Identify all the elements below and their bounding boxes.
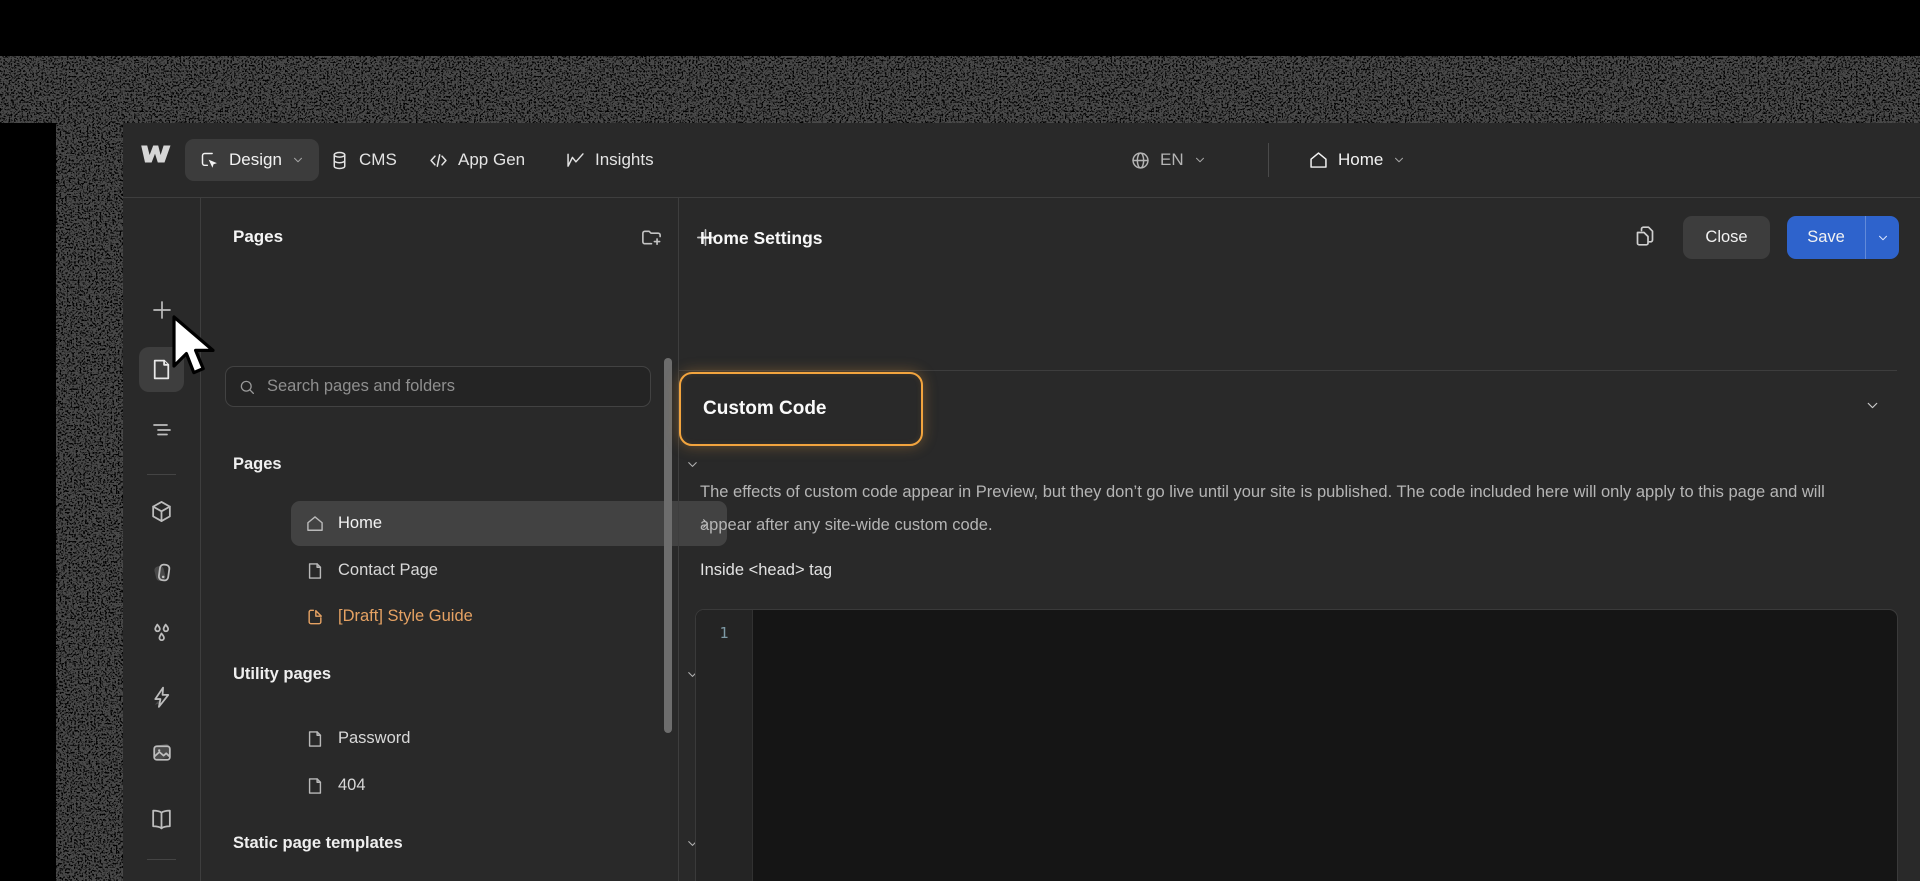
- webflow-logo-icon[interactable]: [140, 144, 172, 169]
- apps-button[interactable]: [139, 873, 184, 881]
- pages-panel: Pages Pages Home: [200, 197, 727, 881]
- app-gen-tab[interactable]: App Gen: [428, 139, 525, 181]
- close-button[interactable]: Close: [1683, 216, 1770, 259]
- page-label: Password: [338, 729, 411, 747]
- chevron-down-icon[interactable]: [1864, 397, 1881, 414]
- globe-icon: [1130, 150, 1151, 171]
- custom-code-section-header[interactable]: Custom Code: [679, 372, 923, 446]
- page-label: 404: [338, 776, 366, 794]
- app-gen-label: App Gen: [458, 150, 526, 169]
- page-row-home[interactable]: Home: [291, 501, 727, 546]
- line-number: 1: [719, 624, 729, 642]
- insights-label: Insights: [595, 150, 654, 169]
- page-row-404[interactable]: 404: [291, 763, 727, 808]
- design-cursor-icon: [199, 150, 220, 171]
- open-book-icon: [149, 807, 174, 832]
- components-button[interactable]: [139, 489, 184, 534]
- settings-title: Home Settings: [700, 228, 823, 248]
- search-input[interactable]: [265, 376, 638, 397]
- language-label: EN: [1160, 150, 1184, 169]
- lightning-bolt-icon: [149, 685, 174, 715]
- design-label: Design: [229, 150, 282, 169]
- editor-gutter: 1: [696, 610, 753, 881]
- custom-code-title: Custom Code: [703, 398, 827, 419]
- page-label: [Draft] Style Guide: [338, 607, 473, 625]
- swatches-icon: [149, 560, 174, 590]
- pages-panel-title: Pages: [233, 227, 284, 246]
- libraries-button[interactable]: [139, 797, 184, 842]
- page-pen-icon: [305, 607, 325, 627]
- screenshot-stage: Design CMS App Gen Insights EN Home Page…: [0, 0, 1920, 881]
- interactions-button[interactable]: [139, 677, 184, 722]
- page-label: Home: [338, 514, 383, 532]
- page-settings-panel: Home Settings Close Save Custom Code The…: [678, 197, 1920, 881]
- home-icon: [305, 514, 325, 534]
- image-icon: [149, 740, 174, 770]
- style-guide-button[interactable]: [139, 552, 184, 597]
- new-folder-button[interactable]: [640, 226, 663, 249]
- insights-tab[interactable]: Insights: [565, 139, 654, 181]
- chevron-down-icon: [291, 153, 305, 167]
- page-icon: [305, 776, 325, 796]
- toolbar-divider: [147, 474, 176, 475]
- cms-label: CMS: [359, 150, 397, 169]
- code-editor-input[interactable]: [753, 610, 1897, 881]
- page-row-password[interactable]: Password: [291, 716, 727, 761]
- section-divider: [679, 370, 1897, 371]
- save-label[interactable]: Save: [1787, 228, 1865, 247]
- line-chart-icon: [565, 150, 586, 171]
- page-selector[interactable]: Home: [1308, 139, 1406, 181]
- chevron-down-icon: [1193, 153, 1207, 167]
- cms-tab[interactable]: CMS: [329, 139, 397, 181]
- current-page-label: Home: [1338, 150, 1384, 169]
- left-toolbar: [123, 197, 200, 881]
- variables-button[interactable]: [139, 612, 184, 657]
- head-code-editor[interactable]: 1: [695, 609, 1898, 881]
- page-label: Contact Page: [338, 561, 438, 579]
- navigator-icon: [150, 418, 174, 442]
- page-icon: [149, 357, 174, 382]
- save-button[interactable]: Save: [1787, 216, 1899, 259]
- database-icon: [329, 150, 350, 171]
- section-header-utility[interactable]: Utility pages: [233, 665, 331, 684]
- search-icon: [238, 378, 256, 396]
- plus-icon: [150, 298, 174, 322]
- head-tag-label: Inside <head> tag: [700, 561, 833, 579]
- pages-button[interactable]: [139, 347, 184, 392]
- toolbar-divider: [147, 859, 176, 860]
- pages-scrollbar[interactable]: [664, 358, 672, 733]
- page-row-contact[interactable]: Contact Page: [291, 548, 727, 593]
- chevron-down-icon: [1392, 153, 1406, 167]
- section-header-pages[interactable]: Pages: [233, 455, 282, 474]
- language-selector[interactable]: EN: [1130, 139, 1207, 181]
- section-header-templates[interactable]: Static page templates: [233, 834, 403, 853]
- home-icon: [1308, 150, 1329, 171]
- navigator-button[interactable]: [139, 407, 184, 452]
- page-row-draft-style-guide[interactable]: [Draft] Style Guide: [291, 594, 727, 639]
- duplicate-icon[interactable]: [1633, 224, 1657, 248]
- page-icon: [305, 729, 325, 749]
- topbar-divider: [1268, 143, 1269, 177]
- pages-search[interactable]: [225, 366, 651, 407]
- cube-icon: [149, 499, 174, 524]
- droplets-icon: [149, 622, 174, 647]
- custom-code-description: The effects of custom code appear in Pre…: [700, 482, 1825, 534]
- assets-button[interactable]: [139, 732, 184, 777]
- page-icon: [305, 561, 325, 581]
- chevron-down-icon[interactable]: [1866, 231, 1899, 245]
- code-brackets-icon: [428, 150, 449, 171]
- app-window: Design CMS App Gen Insights EN Home Page…: [123, 123, 1920, 881]
- add-element-button[interactable]: [139, 287, 184, 332]
- top-bar: Design CMS App Gen Insights EN Home: [123, 123, 1920, 197]
- design-mode-button[interactable]: Design: [185, 139, 319, 181]
